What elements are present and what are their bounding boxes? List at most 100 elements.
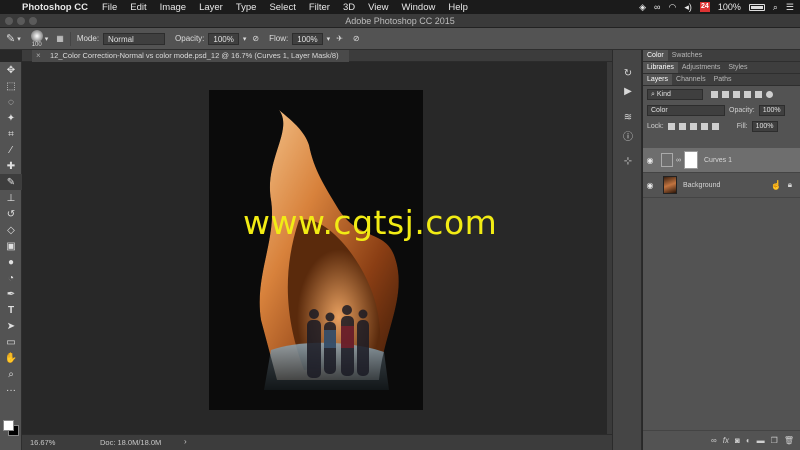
status-menu-arrow-icon[interactable]: ›	[184, 437, 187, 446]
layer-lock-icon[interactable]: 🔒︎	[788, 180, 792, 190]
properties-panel-icon[interactable]: ≋	[613, 108, 643, 126]
new-layer-icon[interactable]: ❐	[771, 436, 778, 445]
move-tool-icon[interactable]: ✥	[0, 62, 22, 78]
filter-toggle-icon[interactable]	[766, 90, 773, 98]
blend-mode-select[interactable]: Color	[647, 104, 725, 116]
blur-tool-icon[interactable]: ●	[0, 254, 22, 270]
airbrush-icon[interactable]: ✈	[336, 34, 343, 43]
history-panel-icon[interactable]: ↻	[613, 64, 643, 82]
tab-adjustments[interactable]: Adjustments	[678, 62, 725, 73]
tab-channels[interactable]: Channels	[672, 74, 710, 85]
tab-swatches[interactable]: Swatches	[668, 50, 706, 61]
creative-cloud-icon[interactable]: ∞	[654, 2, 660, 12]
tool-preset-dropdown-icon[interactable]: ▾	[17, 35, 21, 43]
search-icon[interactable]: ⌕	[773, 2, 778, 13]
add-mask-icon[interactable]: ◙	[735, 436, 740, 445]
dropbox-icon[interactable]: ◈	[639, 2, 646, 13]
info-panel-icon[interactable]: ⓘ	[613, 126, 643, 144]
brush-preset-picker[interactable]: 100	[30, 29, 43, 48]
close-document-icon[interactable]: ×	[36, 50, 41, 62]
canvas-area[interactable]: www.cgtsj.com	[22, 62, 607, 434]
wifi-icon[interactable]: ◠	[668, 2, 676, 13]
app-menu[interactable]: Photoshop CC	[22, 2, 88, 13]
menu-filter[interactable]: Filter	[309, 2, 330, 13]
layer-background[interactable]: ◉ Background ☝ 🔒︎	[643, 173, 800, 198]
pressure-opacity-icon[interactable]: ⊘	[252, 34, 259, 43]
opacity-dropdown-icon[interactable]: ▾	[243, 35, 247, 43]
menu-window[interactable]: Window	[402, 2, 436, 13]
more-tools-icon[interactable]: ···	[0, 382, 22, 398]
clone-source-panel-icon[interactable]: ⊹	[613, 152, 643, 170]
tab-paths[interactable]: Paths	[710, 74, 736, 85]
flow-dropdown-icon[interactable]: ▾	[327, 35, 331, 43]
clone-stamp-tool-icon[interactable]: ⊥	[0, 190, 22, 206]
flow-input[interactable]: 100%	[292, 32, 323, 45]
layer-mask-thumbnail[interactable]	[684, 151, 698, 169]
adjustment-filter-icon[interactable]	[722, 90, 729, 98]
layer-curves-1[interactable]: ◉ ∞ Curves 1	[643, 148, 800, 173]
new-adjustment-layer-icon[interactable]: ◐	[746, 436, 751, 445]
type-filter-icon[interactable]	[733, 90, 740, 98]
brush-panel-toggle-icon[interactable]: ▦	[56, 34, 64, 43]
document-tab[interactable]: × 12_Color Correction-Normal vs color mo…	[32, 50, 349, 62]
brush-tool-icon[interactable]: ✎	[6, 32, 15, 45]
opacity-input[interactable]: 100%	[208, 32, 239, 45]
lock-image-icon[interactable]	[678, 122, 686, 130]
zoom-level[interactable]: 16.67%	[30, 438, 55, 447]
document-image[interactable]	[209, 90, 423, 410]
new-group-icon[interactable]: ▬	[757, 436, 765, 445]
rectangle-tool-icon[interactable]: ▭	[0, 334, 22, 350]
menu-view[interactable]: View	[368, 2, 388, 13]
visibility-eye-icon[interactable]: ◉	[643, 181, 657, 190]
lasso-tool-icon[interactable]: ◌	[0, 94, 22, 110]
menu-file[interactable]: File	[102, 2, 117, 13]
healing-brush-tool-icon[interactable]: ✚	[0, 158, 22, 174]
tab-color[interactable]: Color	[643, 50, 668, 61]
dodge-tool-icon[interactable]: ◔	[0, 270, 22, 286]
mode-select[interactable]: Normal	[103, 32, 166, 45]
pen-tool-icon[interactable]: ✒	[0, 286, 22, 302]
smart-object-filter-icon[interactable]	[755, 90, 762, 98]
menu-type[interactable]: Type	[236, 2, 257, 13]
foreground-color-swatch[interactable]	[3, 420, 14, 431]
menu-layer[interactable]: Layer	[199, 2, 223, 13]
menu-edit[interactable]: Edit	[130, 2, 146, 13]
fill-input[interactable]: 100%	[751, 120, 778, 132]
quick-selection-tool-icon[interactable]: ✦	[0, 110, 22, 126]
lock-artboard-icon[interactable]	[700, 122, 708, 130]
menu-3d[interactable]: 3D	[343, 2, 355, 13]
menu-help[interactable]: Help	[448, 2, 468, 13]
visibility-eye-icon[interactable]: ◉	[643, 156, 657, 165]
link-layers-icon[interactable]: ∞	[711, 436, 717, 445]
eraser-tool-icon[interactable]: ◇	[0, 222, 22, 238]
hand-tool-icon[interactable]: ✋	[0, 350, 22, 366]
history-brush-tool-icon[interactable]: ↺	[0, 206, 22, 222]
path-selection-tool-icon[interactable]: ➤	[0, 318, 22, 334]
brush-picker-dropdown-icon[interactable]: ▾	[45, 35, 49, 43]
notification-center-icon[interactable]: ☰	[786, 2, 794, 13]
tab-libraries[interactable]: Libraries	[643, 62, 678, 73]
pressure-size-icon[interactable]: ⊘	[353, 34, 360, 43]
lock-transparent-icon[interactable]	[667, 122, 675, 130]
menu-select[interactable]: Select	[269, 2, 295, 13]
menu-image[interactable]: Image	[160, 2, 186, 13]
mask-link-icon[interactable]: ∞	[676, 157, 681, 164]
zoom-tool-icon[interactable]: ⌕	[0, 366, 22, 382]
marquee-tool-icon[interactable]: ⬚	[0, 78, 22, 94]
shape-filter-icon[interactable]	[744, 90, 751, 98]
battery-icon[interactable]	[748, 3, 765, 11]
volume-icon[interactable]: ◂)	[684, 2, 692, 13]
layer-name[interactable]: Curves 1	[704, 157, 732, 164]
tab-styles[interactable]: Styles	[724, 62, 751, 73]
layer-opacity-input[interactable]: 100%	[758, 104, 785, 116]
eyedropper-tool-icon[interactable]: ⁄	[0, 142, 22, 158]
pixel-filter-icon[interactable]	[711, 90, 718, 98]
tab-layers[interactable]: Layers	[643, 74, 673, 85]
gradient-tool-icon[interactable]: ▣	[0, 238, 22, 254]
actions-panel-icon[interactable]: ▶	[613, 82, 643, 100]
brush-tool-icon[interactable]: ✎	[0, 174, 22, 190]
calendar-icon[interactable]: 24	[699, 2, 710, 12]
layer-name[interactable]: Background	[683, 182, 720, 189]
crop-tool-icon[interactable]: ⌗	[0, 126, 22, 142]
delete-layer-icon[interactable]: 🗑︎	[784, 436, 794, 445]
